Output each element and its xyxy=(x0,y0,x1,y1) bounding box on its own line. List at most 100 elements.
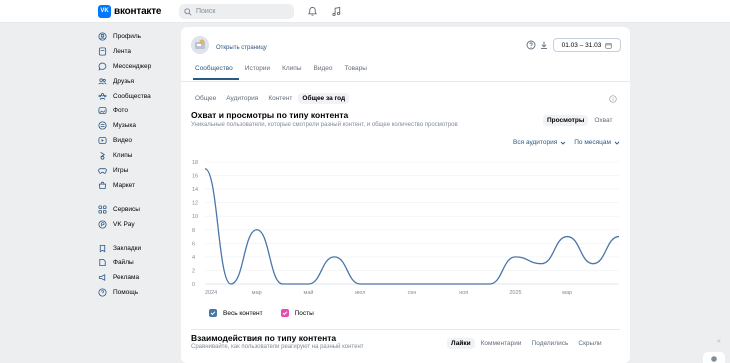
sidebar-item-video[interactable]: Видео xyxy=(98,133,178,148)
sidebar-item-friends[interactable]: Друзья xyxy=(98,74,178,89)
x-tick-label: 2024 xyxy=(205,290,217,296)
files-icon xyxy=(99,259,106,267)
date-range-button[interactable]: 01.03 – 31.03 xyxy=(553,38,621,52)
sidebar-item-label: Маркет xyxy=(113,181,136,189)
vk-logo[interactable]: VK вконтакте xyxy=(98,4,161,18)
games-icon xyxy=(98,168,107,174)
help-icon xyxy=(98,288,107,297)
sidebar-item-clips[interactable]: Клипы xyxy=(98,148,178,163)
sidebar-item-communities[interactable]: Сообщества xyxy=(98,89,178,104)
sidebar-item-label: Файлы xyxy=(113,259,134,267)
download-icon[interactable] xyxy=(539,40,549,50)
subtab-0[interactable]: Общее xyxy=(191,93,220,104)
chevron-down-icon xyxy=(560,141,566,145)
sidebar-item-photo[interactable]: Фото xyxy=(98,103,178,118)
sidebar-item-label: Лента xyxy=(113,47,131,55)
vkpay-icon xyxy=(98,220,107,229)
sidebar-separator xyxy=(98,193,178,202)
bell-icon[interactable] xyxy=(306,5,319,18)
period-filter[interactable]: По месяцам xyxy=(574,139,620,146)
chevron-down-icon xyxy=(614,141,620,145)
section-divider xyxy=(191,329,620,330)
legend-checkbox[interactable] xyxy=(209,309,217,317)
audience-filter[interactable]: Вся аудитория xyxy=(513,139,566,146)
interactions-toggle-item-2[interactable]: Поделились xyxy=(528,338,573,349)
interactions-toggle-item-3[interactable]: Скрыли xyxy=(574,338,605,349)
communities-icon xyxy=(98,92,107,100)
sidebar-item-label: Друзья xyxy=(113,77,135,85)
y-tick-label: 8 xyxy=(192,228,195,234)
y-tick-label: 18 xyxy=(192,160,198,166)
market-icon xyxy=(98,181,107,189)
sidebar-item-music[interactable]: Музыка xyxy=(98,118,178,133)
photo-icon xyxy=(98,107,107,115)
open-page-link[interactable]: Открыть страницу xyxy=(216,45,267,51)
sidebar-item-help[interactable]: Помощь xyxy=(98,285,178,300)
y-tick-label: 14 xyxy=(192,187,198,193)
sidebar-item-services[interactable]: Сервисы xyxy=(98,202,178,217)
legend-item[interactable]: Весь контент xyxy=(209,309,263,317)
collapse-arrows-icon[interactable]: « xyxy=(717,338,721,345)
x-tick-label: июл xyxy=(355,290,365,296)
chart-filters: Вся аудитория По месяцам xyxy=(513,139,620,146)
vk-logo-mark: VK xyxy=(98,4,111,18)
y-tick-label: 0 xyxy=(192,282,195,288)
sidebar-item-market[interactable]: Маркет xyxy=(98,178,178,193)
bookmarks-icon xyxy=(99,244,106,252)
y-tick-label: 4 xyxy=(192,255,195,261)
help-circle-icon[interactable] xyxy=(526,40,536,50)
interactions-title: Взаимодействия по типу контента xyxy=(191,333,337,343)
ads-icon xyxy=(98,274,106,282)
checkmark-icon xyxy=(282,311,287,316)
sidebar-item-messenger[interactable]: Мессенджер xyxy=(98,59,178,74)
y-tick-label: 16 xyxy=(192,174,198,180)
reach-toggle-item-1[interactable]: Охват xyxy=(590,115,616,126)
sidebar-item-ads[interactable]: Реклама xyxy=(98,270,178,285)
interactions-toggle-item-1[interactable]: Комментарии xyxy=(477,338,526,349)
tab-4[interactable]: Товары xyxy=(343,65,373,80)
music-icon xyxy=(98,121,107,130)
reach-toggle: Просмотры Охват xyxy=(543,115,616,126)
info-icon[interactable] xyxy=(609,95,617,103)
reach-toggle-item-0[interactable]: Просмотры xyxy=(543,115,589,126)
y-tick-label: 6 xyxy=(192,241,195,247)
x-tick-label: май xyxy=(304,289,314,296)
tab-0[interactable]: Сообщество xyxy=(193,65,239,80)
sidebar-item-news[interactable]: Лента xyxy=(98,44,178,59)
sidebar-item-label: Игры xyxy=(113,166,129,174)
news-icon xyxy=(98,47,107,56)
chat-button[interactable] xyxy=(703,352,725,363)
x-tick-label: сен xyxy=(408,290,417,296)
tab-2[interactable]: Клипы xyxy=(280,65,307,80)
subtab-3[interactable]: Общее за год xyxy=(298,93,350,104)
sidebar-item-label: Реклама xyxy=(113,274,140,282)
vk-logo-text: вконтакте xyxy=(114,5,162,17)
y-tick-label: 12 xyxy=(192,201,198,207)
tab-3[interactable]: Видео xyxy=(312,65,339,80)
calendar-icon xyxy=(605,42,613,49)
sidebar-item-label: Помощь xyxy=(113,289,139,297)
subtab-1[interactable]: Аудитория xyxy=(222,93,262,104)
sidebar-item-bookmarks[interactable]: Закладки xyxy=(98,241,178,256)
sidebar-item-files[interactable]: Файлы xyxy=(98,255,178,270)
music-note-icon[interactable] xyxy=(330,5,343,18)
legend-item[interactable]: Посты xyxy=(280,309,314,317)
search-input[interactable]: Поиск xyxy=(179,4,294,19)
clips-icon xyxy=(100,152,106,160)
sidebar-item-vkpay[interactable]: VK Pay xyxy=(98,217,178,232)
friends-icon xyxy=(98,78,107,85)
sidebar-item-games[interactable]: Игры xyxy=(98,163,178,178)
community-avatar[interactable] xyxy=(191,36,209,54)
date-range-label: 01.03 – 31.03 xyxy=(561,41,602,49)
sidebar-separator xyxy=(98,232,178,241)
tab-1[interactable]: Истории xyxy=(243,65,276,80)
sidebar-item-label: Клипы xyxy=(113,152,133,160)
subtab-2[interactable]: Контент xyxy=(264,93,296,104)
sidebar-item-profile[interactable]: Профиль xyxy=(98,29,178,44)
interactions-toggle-item-0[interactable]: Лайки xyxy=(447,338,475,349)
chart-legend: Весь контент Посты xyxy=(209,309,314,317)
legend-label: Весь контент xyxy=(223,309,263,317)
legend-checkbox[interactable] xyxy=(280,309,289,317)
search-icon xyxy=(184,7,192,16)
sidebar-item-label: VK Pay xyxy=(113,220,135,228)
